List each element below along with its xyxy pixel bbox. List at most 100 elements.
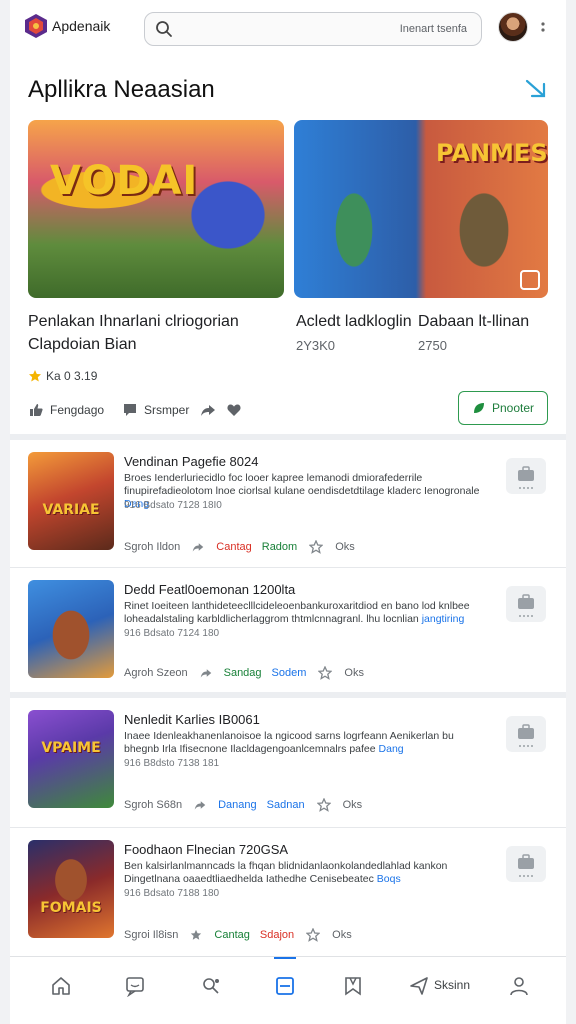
thumbnail-art-text: FOMAIS: [40, 900, 102, 916]
chat-icon[interactable]: [124, 975, 146, 997]
install-button[interactable]: Pnooter: [458, 391, 548, 425]
item-action-3[interactable]: Oks: [332, 929, 352, 941]
item-actions: Agroh Szeon Sandag Sodem Oks: [124, 666, 364, 680]
item-action-1[interactable]: Danang: [218, 799, 257, 811]
send-icon[interactable]: [408, 975, 430, 997]
expand-arrow-icon[interactable]: [524, 78, 548, 100]
item-meta: 916 Bdsato 7128 18I0: [124, 500, 222, 511]
share-button[interactable]: [200, 400, 222, 420]
search-icon: [156, 21, 172, 37]
item-tag[interactable]: jangtiring: [422, 613, 465, 625]
search-input-text[interactable]: Inenart tsenfa: [400, 23, 467, 35]
featured-card-image-1[interactable]: VODAI: [28, 120, 284, 298]
item-description: Ben kalsirlanlmanncads la fhqan blidnida…: [124, 860, 484, 886]
profile-icon[interactable]: [508, 975, 530, 997]
app-logo-icon[interactable]: [24, 13, 48, 39]
item-save-button[interactable]: [506, 458, 546, 494]
card-art-text: PANMES: [436, 139, 548, 167]
comment-label: Srsmper: [144, 403, 190, 417]
library-icon[interactable]: [274, 975, 296, 997]
list-item[interactable]: VARIAE Vendinan Pagefie 8024 Broes Iende…: [10, 440, 566, 570]
like-button[interactable]: Fengdago: [28, 400, 104, 420]
heart-icon: [227, 404, 241, 416]
featured-section-title: Apllikra Neaasian: [28, 76, 215, 103]
bookmark-icon[interactable]: [342, 975, 364, 997]
install-label: Pnooter: [491, 401, 535, 415]
item-action-1[interactable]: Sandag: [224, 667, 262, 679]
search-bar[interactable]: Inenart tsenfa: [144, 12, 482, 46]
item-thumbnail[interactable]: [28, 580, 114, 678]
card-art-text: VODAI: [50, 158, 199, 204]
briefcase-icon: [518, 724, 534, 747]
user-avatar[interactable]: [498, 12, 528, 42]
share-arrow-icon: [201, 405, 215, 416]
nav-label[interactable]: Sksinn: [434, 978, 470, 992]
item-author: Agroh Szeon: [124, 667, 188, 679]
star-outline-icon[interactable]: [309, 540, 324, 554]
item-description: Inaee Idenleakhanenlanoisoe la ngicood s…: [124, 730, 484, 756]
item-action-2[interactable]: Sdajon: [260, 929, 294, 941]
gallery-icon[interactable]: [520, 270, 540, 290]
star-outline-icon[interactable]: [306, 928, 321, 942]
item-description-text: Broes Ienderluriecidlo foc looer kapree …: [124, 472, 480, 497]
home-icon[interactable]: [50, 975, 72, 997]
star-icon: [29, 370, 41, 382]
star-outline-icon[interactable]: [316, 798, 331, 812]
comment-button[interactable]: Srsmper: [122, 400, 189, 420]
star-outline-icon[interactable]: [190, 929, 202, 941]
item-meta: 916 B8dsto 7138 181: [124, 758, 220, 769]
item-title[interactable]: Vendinan Pagefie 8024: [124, 454, 258, 469]
item-description-text: Inaee Idenleakhanenlanoisoe la ngicood s…: [124, 730, 454, 755]
share-arrow-icon[interactable]: [192, 541, 204, 553]
item-description: Rinet Ioeiteen lanthideteeclllcideleoenb…: [124, 600, 484, 626]
item-tag[interactable]: Dang: [379, 743, 404, 755]
more-vertical-icon[interactable]: [540, 18, 546, 38]
item-tag[interactable]: Boqs: [377, 873, 401, 885]
comment-icon: [124, 404, 136, 416]
app-name: Apdenaik: [52, 18, 111, 34]
bottom-navigation: Sksinn: [10, 956, 566, 1012]
featured-card-1-subtitle: Clapdoian Bian: [28, 336, 137, 353]
top-bar: Apdenaik Inenart tsenfa: [10, 0, 566, 58]
thumbs-up-icon: [30, 404, 43, 416]
item-action-1[interactable]: Cantag: [214, 929, 249, 941]
list-item[interactable]: Dedd Featl0oemonan 1200lta Rinet Ioeitee…: [10, 568, 566, 698]
app-page: Apdenaik Inenart tsenfa Apllikra Neaasia…: [10, 0, 566, 1024]
item-thumbnail[interactable]: VPAIME: [28, 710, 114, 808]
discover-icon[interactable]: [200, 975, 222, 997]
item-action-2[interactable]: Radom: [262, 541, 297, 553]
item-actions: Sgroi Il8isn Cantag Sdajon Oks: [124, 928, 352, 942]
rating-text: Ka 0 3.19: [46, 369, 98, 383]
featured-card-2-title[interactable]: Acledt ladkloglin: [296, 313, 412, 331]
item-title[interactable]: Foodhaon Flnecian 720GSA: [124, 842, 288, 857]
featured-card-1-title[interactable]: Penlakan Ihnarlani clriogorian: [28, 313, 239, 331]
active-tab-indicator: [274, 957, 296, 959]
featured-card-image-2[interactable]: PANMES: [294, 120, 548, 298]
item-action-3[interactable]: Oks: [343, 799, 363, 811]
featured-card-2-title-b[interactable]: Dabaan lt-llinan: [418, 313, 529, 331]
item-meta: 916 Bdsato 7124 180: [124, 628, 220, 639]
item-action-1[interactable]: Cantag: [216, 541, 251, 553]
favorite-button[interactable]: [226, 400, 248, 420]
item-action-2[interactable]: Sodem: [272, 667, 307, 679]
item-thumbnail[interactable]: FOMAIS: [28, 840, 114, 938]
item-description-text: Rinet Ioeiteen lanthideteeclllcideleoenb…: [124, 600, 470, 625]
item-thumbnail[interactable]: VARIAE: [28, 452, 114, 550]
item-action-3[interactable]: Oks: [344, 667, 364, 679]
list-item[interactable]: FOMAIS Foodhaon Flnecian 720GSA Ben kals…: [10, 828, 566, 958]
list-item[interactable]: VPAIME Nenledit Karlies IB0061 Inaee Ide…: [10, 698, 566, 828]
item-author: Sgroh S68n: [124, 799, 183, 811]
item-actions: Sgroh S68n Danang Sadnan Oks: [124, 798, 362, 812]
share-arrow-icon[interactable]: [200, 667, 212, 679]
item-action-3[interactable]: Oks: [335, 541, 355, 553]
item-author: Sgroi Il8isn: [124, 929, 179, 941]
item-save-button[interactable]: [506, 846, 546, 882]
share-arrow-icon[interactable]: [194, 799, 206, 811]
item-title[interactable]: Dedd Featl0oemonan 1200lta: [124, 582, 295, 597]
item-title[interactable]: Nenledit Karlies IB0061: [124, 712, 260, 727]
item-save-button[interactable]: [506, 586, 546, 622]
item-action-2[interactable]: Sadnan: [267, 799, 305, 811]
item-save-button[interactable]: [506, 716, 546, 752]
item-meta: 916 Bdsato 7188 180: [124, 888, 220, 899]
star-outline-icon[interactable]: [318, 666, 333, 680]
